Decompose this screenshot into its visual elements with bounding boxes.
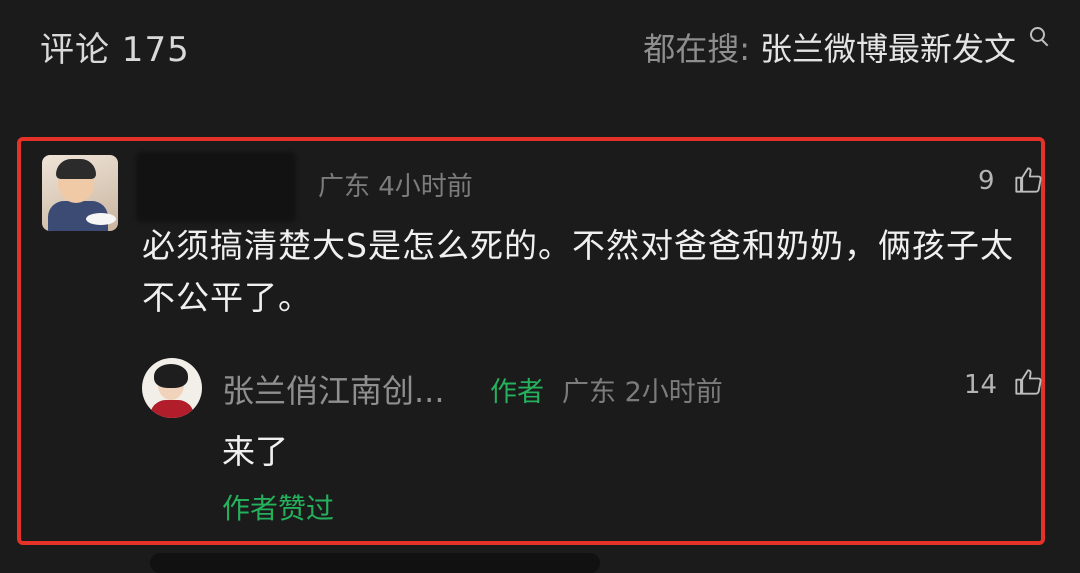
reply-like-count: 14 <box>964 370 998 400</box>
comment-location-time: 广东 4小时前 <box>318 172 473 202</box>
comment-count: 评论 175 <box>40 30 190 70</box>
thumbs-up-icon[interactable] <box>1014 166 1042 194</box>
reply-location-time: 广东 2小时前 <box>562 377 723 408</box>
redacted-username <box>136 152 296 222</box>
author-avatar[interactable] <box>142 358 202 418</box>
liked-by-author-label: 作者赞过 <box>222 492 335 525</box>
search-query-link[interactable]: 张兰微博最新发文 <box>760 24 1016 70</box>
search-icon[interactable] <box>1028 27 1050 49</box>
search-prefix-label: 都在搜: <box>643 30 750 68</box>
trending-search[interactable]: 都在搜: 张兰微博最新发文 <box>643 24 1050 70</box>
reply-author-name[interactable]: 张兰俏江南创... <box>222 366 445 412</box>
next-item-edge <box>150 553 600 573</box>
comment-like-count: 9 <box>978 166 995 196</box>
reply-text: 来了 <box>222 432 288 471</box>
thumbs-up-icon[interactable] <box>1014 368 1042 396</box>
author-badge: 作者 <box>490 377 544 408</box>
commenter-avatar[interactable] <box>42 155 118 231</box>
comments-header: 评论 175 都在搜: 张兰微博最新发文 <box>0 0 1080 90</box>
comment-text: 必须搞清楚大S是怎么死的。不然对爸爸和奶奶，俩孩子太不公平了。 <box>142 226 1014 317</box>
